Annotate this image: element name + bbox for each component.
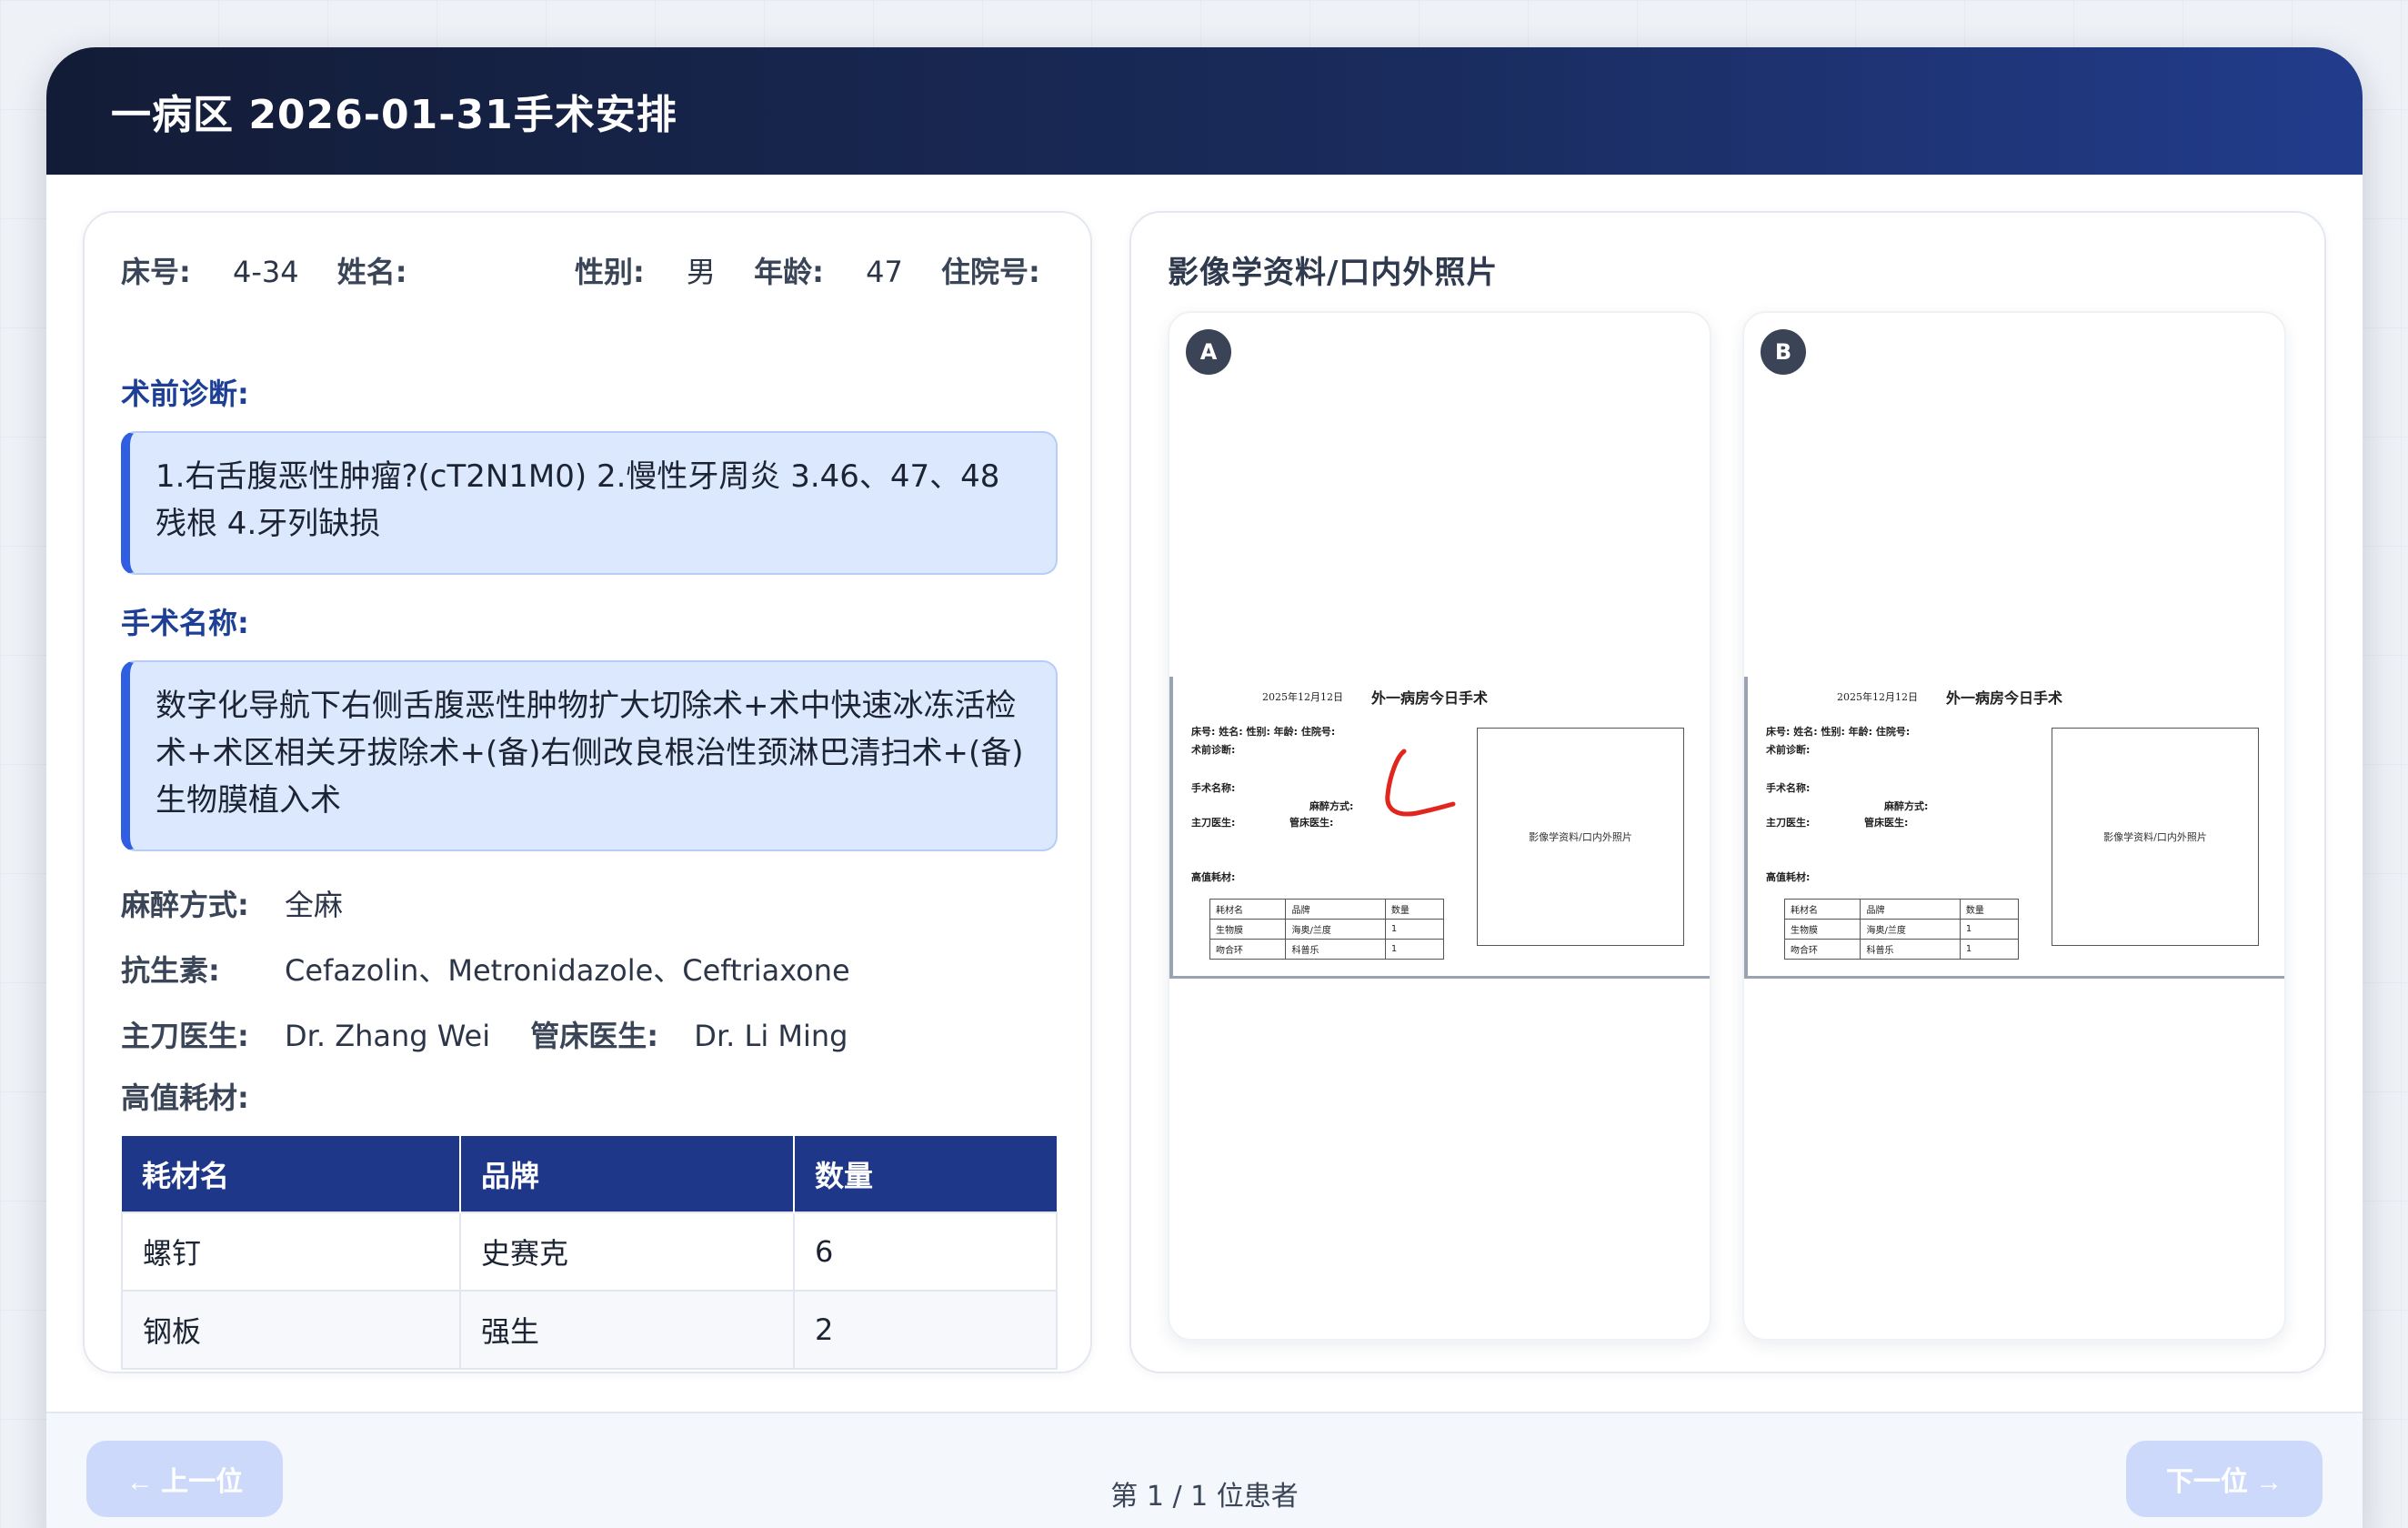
doc-cell: 1 <box>1959 939 2020 960</box>
doc-consumables: 高值耗材: <box>1766 871 1811 883</box>
doc-anesthesia: 麻醉方式: <box>1309 800 1354 812</box>
consumables-label: 高值耗材: <box>121 1081 249 1115</box>
doc-diagnosis: 术前诊断: <box>1191 744 1236 756</box>
table-cell: 钢板 <box>121 1290 461 1370</box>
age-value: 47 <box>866 255 903 289</box>
photo-a[interactable]: A 2025年12月12日 外一病房今日手术 床号: 姓名: 性别: 年龄: 住… <box>1168 311 1711 1341</box>
doc-surgeon: 主刀医生: <box>1766 817 1811 829</box>
doc-diagnosis: 术前诊断: <box>1766 744 1811 756</box>
surgeon-label: 主刀医生: <box>121 1019 249 1053</box>
doc-table: 耗材名 品牌 数量 生物膜 海奥/兰度 1 吻合环 科普乐 1 <box>1209 899 1445 960</box>
bed-label: 床号: <box>121 255 191 289</box>
doctors-field: 主刀医生: Dr. Zhang Wei 管床医生: Dr. Li Ming <box>121 1013 848 1055</box>
doc-cell: 耗材名 <box>1783 899 1861 920</box>
red-annotation-stroke <box>1385 749 1456 817</box>
photo-badge: A <box>1186 329 1231 375</box>
doc-cell: 科普乐 <box>1860 939 1961 960</box>
document-thumbnail: 2025年12月12日 外一病房今日手术 床号: 姓名: 性别: 年龄: 住院号… <box>1744 677 2284 979</box>
doc-cell: 耗材名 <box>1209 899 1287 920</box>
document-thumbnail: 2025年12月12日 外一病房今日手术 床号: 姓名: 性别: 年龄: 住院号… <box>1169 677 1710 979</box>
doc-cell: 海奥/兰度 <box>1860 919 1961 940</box>
diagnosis-box: 1.右舌腹恶性肿瘤?(cT2N1M0) 2.慢性牙周炎 3.46、47、48残根… <box>121 431 1058 575</box>
doc-cell: 海奥/兰度 <box>1285 919 1386 940</box>
doc-surgery: 手术名称: <box>1191 782 1236 794</box>
doc-date: 2025年12月12日 <box>1262 691 1343 703</box>
antibiotic-field: 抗生素: Cefazolin、Metronidazole、Ceftriaxone <box>121 948 850 990</box>
doc-surgeon: 主刀医生: <box>1191 817 1236 829</box>
table-cell: 6 <box>793 1211 1058 1292</box>
doc-cell: 数量 <box>1384 899 1445 920</box>
doc-cell: 1 <box>1384 939 1445 960</box>
table-cell: 强生 <box>459 1290 795 1370</box>
doc-consumables: 高值耗材: <box>1191 871 1236 883</box>
surgery-title: 手术名称: <box>121 606 249 640</box>
table-cell: 史赛克 <box>459 1211 795 1292</box>
consumables-label-field: 高值耗材: <box>121 1075 285 1117</box>
table-row: 钢板 强生 2 <box>121 1290 1058 1370</box>
consumables-table: 耗材名 品牌 数量 螺钉 史赛克 6 钢板 强生 2 <box>121 1136 1058 1370</box>
doc-cell: 科普乐 <box>1285 939 1386 960</box>
doc-cell: 数量 <box>1959 899 2020 920</box>
bed-value: 4-34 <box>232 255 299 289</box>
doc-bed-doctor: 管床医生: <box>1289 817 1334 829</box>
column-header: 数量 <box>794 1136 1057 1212</box>
name-label: 姓名: <box>336 255 407 289</box>
doc-cell: 生物膜 <box>1209 919 1287 940</box>
surgeon-value: Dr. Zhang Wei <box>285 1019 491 1053</box>
doc-cell: 吻合环 <box>1209 939 1287 960</box>
doc-cell: 生物膜 <box>1783 919 1861 940</box>
doc-cell: 1 <box>1959 919 2020 940</box>
age-label: 年龄: <box>754 255 824 289</box>
imaging-title: 影像学资料/口内外照片 <box>1168 255 1499 291</box>
table-cell: 螺钉 <box>121 1211 461 1292</box>
doc-date: 2025年12月12日 <box>1837 691 1918 703</box>
column-header: 品牌 <box>460 1136 795 1212</box>
modal-title: 一病区 2026-01-31手术安排 <box>111 92 677 138</box>
admission-label: 住院号: <box>940 255 1040 289</box>
doc-surgery: 手术名称: <box>1766 782 1811 794</box>
doc-fields: 床号: 姓名: 性别: 年龄: 住院号: <box>1766 726 1911 738</box>
anesthesia-field: 麻醉方式: 全麻 <box>121 882 343 924</box>
bed-doctor-value: Dr. Li Ming <box>694 1019 848 1053</box>
doc-bed-doctor: 管床医生: <box>1864 817 1909 829</box>
bed-doctor-label: 管床医生: <box>530 1019 659 1053</box>
doc-cell: 1 <box>1384 919 1445 940</box>
doc-heading: 外一病房今日手术 <box>1946 689 2063 707</box>
modal-body: 床号: 4-34 姓名: 性别: 男 年龄: 47 住院号: 术前诊断: 1.右… <box>46 175 2363 1412</box>
doc-cell: 品牌 <box>1285 899 1386 920</box>
doc-anesthesia: 麻醉方式: <box>1884 800 1929 812</box>
patient-info-row: 床号: 4-34 姓名: 性别: 男 年龄: 47 住院号: <box>121 249 1082 291</box>
column-header: 耗材名 <box>122 1136 461 1212</box>
doc-fields: 床号: 姓名: 性别: 年龄: 住院号: <box>1191 726 1336 738</box>
imaging-card: 影像学资料/口内外照片 A 2025年12月12日 外一病房今日手术 床号: 姓… <box>1129 211 2326 1373</box>
modal-footer: ← 上一位 第 1 / 1 位患者 下一位 → <box>46 1412 2363 1528</box>
diagnosis-title: 术前诊断: <box>121 377 249 411</box>
gender-value: 男 <box>686 255 716 289</box>
patient-pager: 第 1 / 1 位患者 <box>1110 1481 1299 1513</box>
doc-table: 耗材名 品牌 数量 生物膜 海奥/兰度 1 吻合环 科普乐 1 <box>1783 899 2020 960</box>
consumables-header-row: 耗材名 品牌 数量 <box>122 1136 1057 1212</box>
table-row: 螺钉 史赛克 6 <box>121 1211 1058 1292</box>
photo-b[interactable]: B 2025年12月12日 外一病房今日手术 床号: 姓名: 性别: 年龄: 住… <box>1742 311 2286 1341</box>
doc-image-box: 影像学资料/口内外照片 <box>1477 728 1684 946</box>
anesthesia-label: 麻醉方式: <box>121 888 249 922</box>
patient-info-card[interactable]: 床号: 4-34 姓名: 性别: 男 年龄: 47 住院号: 术前诊断: 1.右… <box>83 211 1092 1373</box>
antibiotic-label: 抗生素: <box>121 953 220 988</box>
doc-image-box: 影像学资料/口内外照片 <box>2052 728 2259 946</box>
table-cell: 2 <box>793 1290 1058 1370</box>
anesthesia-value: 全麻 <box>285 888 344 922</box>
doc-cell: 吻合环 <box>1783 939 1861 960</box>
surgery-box: 数字化导航下右侧舌腹恶性肿物扩大切除术+术中快速冰冻活检术+术区相关牙拔除术+(… <box>121 660 1058 851</box>
modal-header: 一病区 2026-01-31手术安排 <box>46 47 2363 175</box>
surgery-schedule-modal: 一病区 2026-01-31手术安排 床号: 4-34 姓名: 性别: 男 年龄… <box>46 47 2363 1528</box>
doc-heading: 外一病房今日手术 <box>1371 689 1489 707</box>
doc-cell: 品牌 <box>1860 899 1961 920</box>
photo-badge: B <box>1761 329 1806 375</box>
antibiotic-value: Cefazolin、Metronidazole、Ceftriaxone <box>285 953 850 988</box>
gender-label: 性别: <box>574 255 645 289</box>
next-patient-button[interactable]: 下一位 → <box>2126 1441 2323 1517</box>
